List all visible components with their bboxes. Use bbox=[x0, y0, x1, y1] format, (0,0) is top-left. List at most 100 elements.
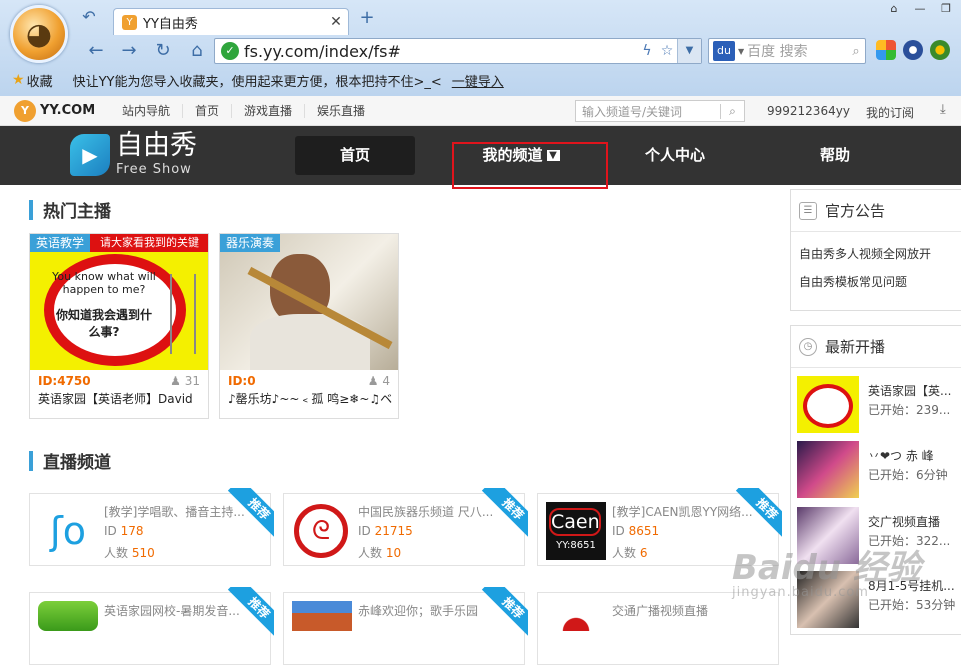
bookmark-star-icon: ★ bbox=[12, 72, 25, 88]
notice-header: ☰ 官方公告 bbox=[791, 190, 961, 232]
channel-search-icon[interactable]: ⌕ bbox=[720, 103, 744, 119]
official-notice-box: ☰ 官方公告 自由秀多人视频全网放开 自由秀模板常见问题 bbox=[790, 189, 961, 311]
channel-logo[interactable]: Caen YY:8651 bbox=[546, 502, 606, 560]
latest-start: 已开始：6分钟 bbox=[868, 468, 948, 482]
channel-id: ID 178 bbox=[104, 524, 144, 538]
anchor-tag[interactable]: 器乐演奏 bbox=[220, 234, 281, 252]
search-placeholder[interactable]: 百度 搜索 bbox=[747, 41, 847, 61]
user-id[interactable]: 999212364yy bbox=[767, 104, 850, 118]
browser-tab[interactable]: Y YY自由秀 ✕ bbox=[113, 8, 349, 35]
music-icon[interactable] bbox=[930, 40, 950, 60]
thumb-english-text: You know what will happen to me? bbox=[52, 270, 156, 296]
refresh-icon[interactable]: ↻ bbox=[151, 39, 175, 63]
latest-name[interactable]: 交广视频直播 bbox=[868, 513, 940, 530]
download-icon[interactable]: ⤓ bbox=[940, 102, 946, 117]
my-subscription-link[interactable]: 我的订阅 bbox=[866, 104, 914, 121]
search-icon[interactable]: ⌕ bbox=[847, 44, 865, 59]
latest-item[interactable]: 丷❤つ 赤 峰 已开始：6分钟 bbox=[797, 441, 961, 501]
lightning-icon[interactable]: ϟ bbox=[637, 43, 657, 59]
toplink-site-nav[interactable]: 站内导航 bbox=[110, 104, 182, 118]
highlight-box bbox=[452, 142, 608, 189]
toplink-game-live[interactable]: 游戏直播 bbox=[231, 103, 304, 118]
anchor-card[interactable]: 请大家看我到的关键 You know what will happen to m… bbox=[29, 233, 209, 419]
yy-cat-icon: Y bbox=[14, 99, 36, 122]
yy-logo[interactable]: Y YY.COM bbox=[14, 99, 110, 122]
latest-thumbnail[interactable] bbox=[797, 376, 859, 433]
anchor-card[interactable]: 器乐演奏 ID:0 ♟ 4 ♪罄乐坊♪~~﹤孤 鸣≥❄~♫ベ bbox=[219, 233, 399, 419]
back-icon[interactable]: ← bbox=[84, 39, 108, 63]
channel-logo[interactable]: ᘓ bbox=[294, 504, 348, 558]
latest-name[interactable]: 丷❤つ 赤 峰 bbox=[868, 447, 934, 464]
tab-favicon-icon: Y bbox=[122, 14, 137, 30]
latest-thumbnail[interactable] bbox=[797, 441, 859, 498]
channel-logo[interactable]: ʃo bbox=[38, 502, 98, 560]
recommend-badge: 推荐 bbox=[474, 488, 528, 542]
close-tab-icon[interactable]: ✕ bbox=[328, 14, 344, 30]
browser-chrome: ◕ ↶ Y YY自由秀 ✕ + ⌂ — ❐ ← → ↻ ⌂ ✓ fs.yy.co… bbox=[0, 0, 961, 96]
bookmarks-label[interactable]: 收藏 bbox=[27, 71, 53, 90]
channel-id: ID 21715 bbox=[358, 524, 413, 538]
live-channels-title: 直播频道 bbox=[29, 448, 111, 473]
minimize-icon[interactable]: — bbox=[911, 2, 929, 16]
channel-card[interactable]: ᘓ 中国民族器乐频道 尺八... ID 21715 人数 10 推荐 bbox=[283, 488, 528, 566]
secure-check-icon: ✓ bbox=[221, 42, 239, 60]
toplink-ent-live[interactable]: 娱乐直播 bbox=[304, 103, 377, 118]
person-icon: ♟ bbox=[367, 374, 383, 388]
caen-logo-sub: YY:8651 bbox=[556, 540, 596, 551]
address-bar[interactable]: ✓ fs.yy.com/index/fs# ϟ ☆ ▼ bbox=[214, 38, 702, 64]
viewer-count: ♟ 4 bbox=[367, 374, 390, 388]
apps-grid-icon[interactable] bbox=[876, 40, 896, 60]
free-show-brand[interactable]: ▶ 自由秀 Free Show bbox=[70, 132, 197, 177]
window-controls: ⌂ — ❐ bbox=[885, 2, 955, 16]
baidu-watermark: Baidu 经验 jingyan.baidu.com bbox=[732, 548, 921, 600]
anchor-name[interactable]: ♪罄乐坊♪~~﹤孤 鸣≥❄~♫ベ bbox=[220, 388, 398, 409]
forward-icon[interactable]: → bbox=[117, 39, 141, 63]
search-box[interactable]: du ▼ 百度 搜索 ⌕ bbox=[708, 38, 866, 64]
toplink-home[interactable]: 首页 bbox=[182, 103, 231, 118]
navigation-row: ← → ↻ ⌂ ✓ fs.yy.com/index/fs# ϟ ☆ ▼ du ▼… bbox=[0, 36, 961, 66]
channel-card[interactable]: ʃo [教学]学唱歌、播音主持... ID 178 人数 510 推荐 bbox=[29, 488, 274, 566]
caen-logo-text: Caen bbox=[549, 508, 601, 536]
import-link[interactable]: 一键导入 bbox=[452, 71, 504, 90]
brand-name-en: Free Show bbox=[116, 162, 192, 177]
home-icon[interactable]: ⌂ bbox=[185, 39, 209, 63]
skin-icon[interactable]: ⌂ bbox=[885, 2, 903, 16]
nav-home[interactable]: 首页 bbox=[295, 136, 415, 175]
channel-title[interactable]: 交通广播视频直播 bbox=[612, 602, 752, 619]
channel-search-input[interactable]: 输入频道号/关键词 bbox=[576, 103, 720, 120]
notice-item[interactable]: 自由秀模板常见问题 bbox=[791, 268, 961, 296]
latest-start: 已开始：239... bbox=[868, 403, 951, 417]
channel-people: 人数 10 bbox=[358, 546, 402, 560]
recommend-badge: 推荐 bbox=[728, 488, 782, 542]
import-message: 快让YY能为您导入收藏夹，使用起来更方便，根本把持不住>_< bbox=[72, 74, 442, 90]
channel-card[interactable]: 英语家园网校-暑期发音... 推荐 bbox=[29, 587, 274, 665]
latest-item[interactable]: 英语家园【英... 已开始：239... bbox=[797, 376, 961, 436]
anchor-thumbnail[interactable]: 器乐演奏 bbox=[220, 234, 398, 370]
channel-card[interactable]: 赤峰欢迎你；歌手乐园 推荐 bbox=[283, 587, 528, 665]
anchor-tag[interactable]: 英语教学 bbox=[30, 234, 91, 252]
anchor-name[interactable]: 英语家园【英语老师】David bbox=[30, 388, 208, 409]
undo-icon[interactable]: ↶ bbox=[78, 7, 100, 27]
free-show-logo-icon: ▶ bbox=[70, 133, 110, 176]
address-dropdown-icon[interactable]: ▼ bbox=[677, 39, 701, 63]
media-player-icon[interactable] bbox=[903, 40, 923, 60]
restore-icon[interactable]: ❐ bbox=[937, 2, 955, 16]
viewer-count: ♟ 31 bbox=[170, 374, 200, 388]
latest-name[interactable]: 英语家园【英... bbox=[868, 382, 951, 399]
latest-header: ◷ 最新开播 bbox=[791, 326, 961, 368]
site-top-bar: Y YY.COM 站内导航 首页 游戏直播 娱乐直播 输入频道号/关键词 ⌕ 9… bbox=[0, 96, 961, 126]
nav-help[interactable]: 帮助 bbox=[790, 136, 880, 175]
thumb-chinese-text: 你知道我会遇到什么事? bbox=[55, 308, 152, 339]
notice-item[interactable]: 自由秀多人视频全网放开 bbox=[791, 240, 961, 268]
engine-dropdown-icon[interactable]: ▼ bbox=[738, 47, 744, 56]
star-icon[interactable]: ☆ bbox=[657, 43, 677, 59]
channel-id: ID 8651 bbox=[612, 524, 660, 538]
nav-personal-center[interactable]: 个人中心 bbox=[620, 136, 730, 175]
anchor-thumbnail[interactable]: 请大家看我到的关键 You know what will happen to m… bbox=[30, 234, 208, 370]
address-text[interactable]: fs.yy.com/index/fs# bbox=[244, 42, 637, 61]
new-tab-icon[interactable]: + bbox=[357, 8, 377, 28]
baidu-paw-icon[interactable]: du bbox=[713, 41, 735, 61]
anchor-id: ID:0 bbox=[228, 374, 256, 388]
clock-icon: ◷ bbox=[799, 337, 817, 356]
channel-search[interactable]: 输入频道号/关键词 ⌕ bbox=[575, 100, 745, 122]
